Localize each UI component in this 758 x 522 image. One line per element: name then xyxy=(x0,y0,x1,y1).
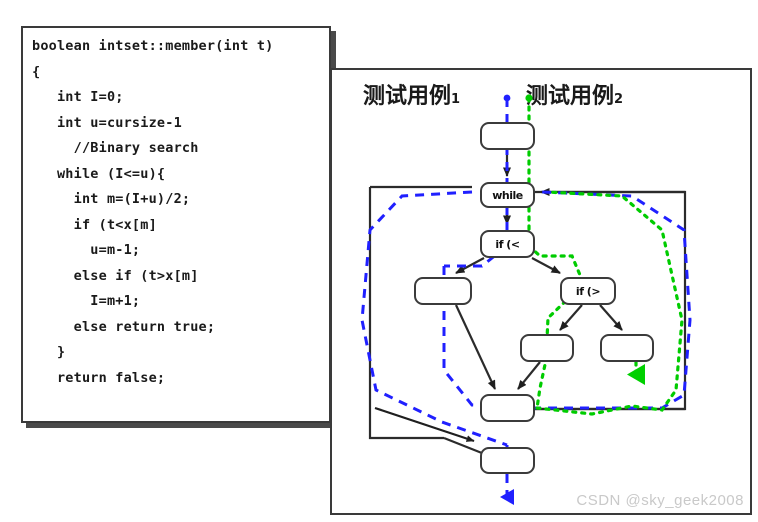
code-to-flow-connector xyxy=(374,406,475,443)
screenshot-root: boolean intset::member(int t) { int I=0;… xyxy=(0,0,758,522)
connector-arrow xyxy=(374,406,475,443)
